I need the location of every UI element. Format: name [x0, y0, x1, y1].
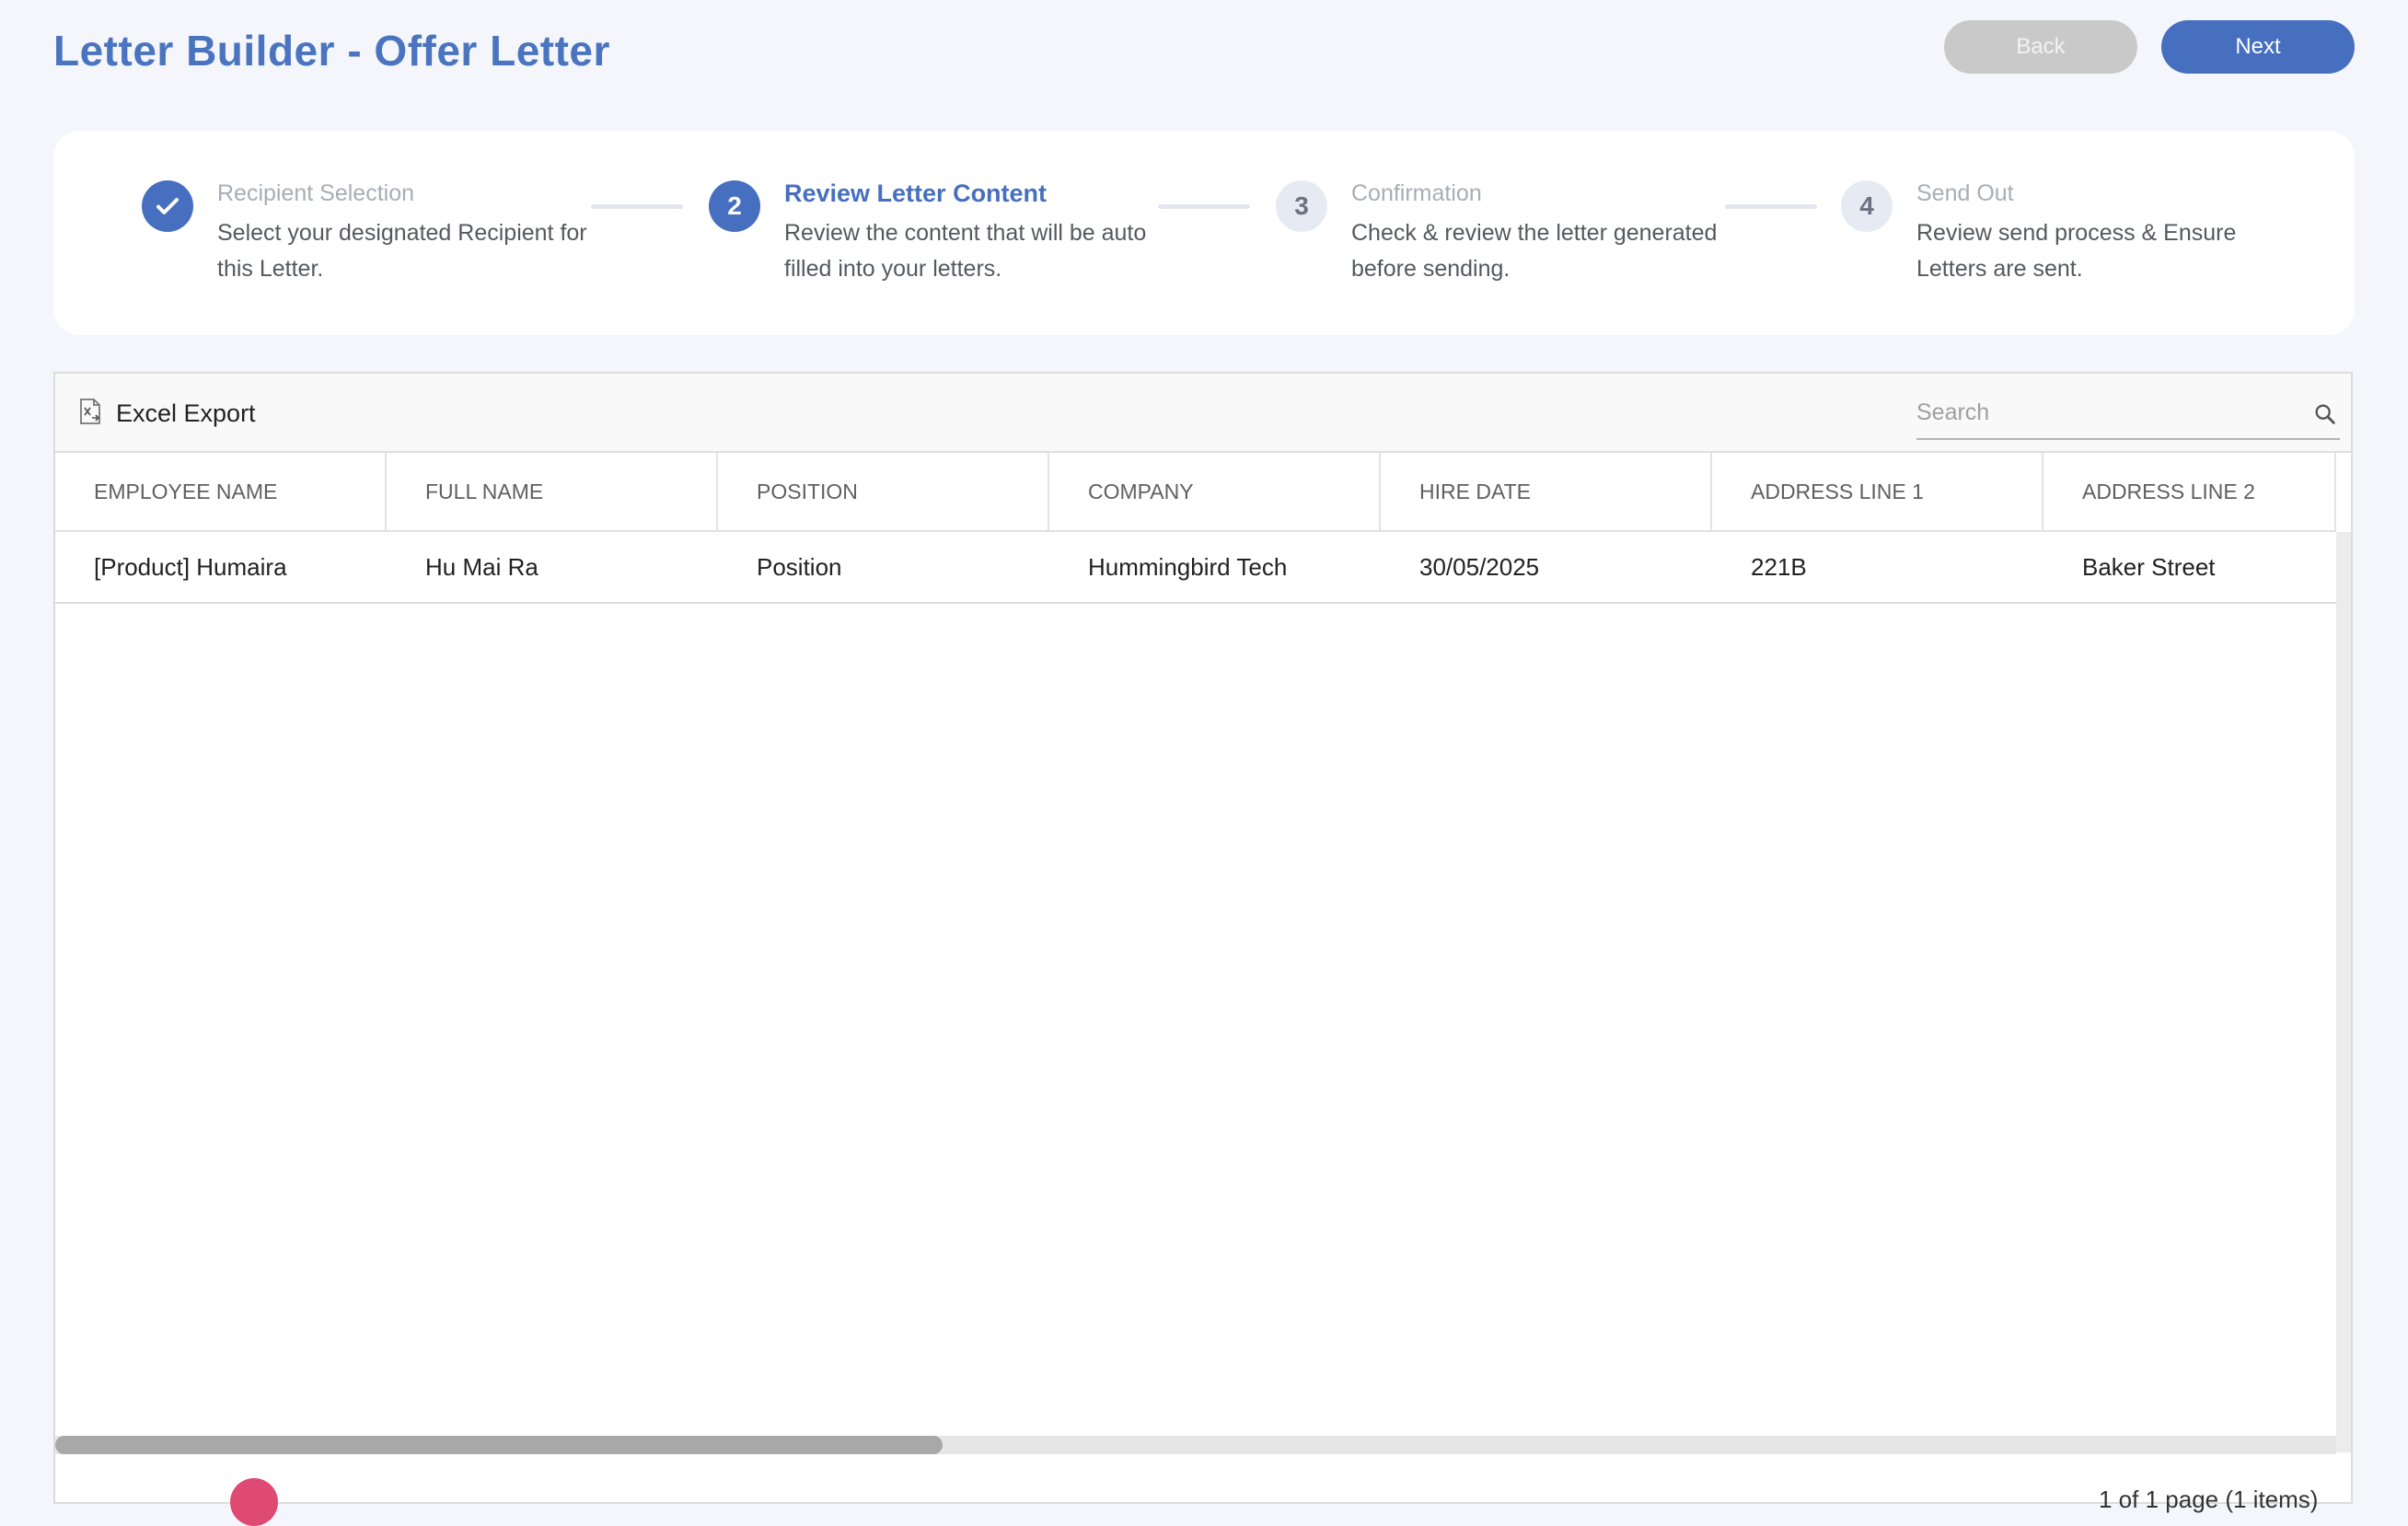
grid-toolbar: Excel Export — [55, 374, 2351, 453]
step-connector — [591, 204, 683, 209]
step-connector — [1725, 204, 1817, 209]
search-box[interactable] — [1916, 392, 2340, 440]
step-number: 4 — [1841, 180, 1893, 232]
column-header-position[interactable]: POSITION — [718, 453, 1049, 530]
step-title: Recipient Selection — [217, 180, 415, 206]
column-header-employee-name[interactable]: EMPLOYEE NAME — [55, 453, 387, 530]
step-number: 2 — [709, 180, 760, 232]
step-description: Review the content that will be auto fil… — [784, 220, 1147, 282]
table-cell: [Product] Humaira — [94, 552, 287, 581]
excel-file-icon — [77, 398, 103, 430]
page-title: Letter Builder - Offer Letter — [53, 27, 610, 75]
column-header-hire-date[interactable]: HIRE DATE — [1381, 453, 1712, 530]
step-description: Select your designated Recipient for thi… — [217, 220, 587, 282]
next-button[interactable]: Next — [2161, 20, 2355, 74]
table-cell: Hummingbird Tech — [1088, 552, 1288, 581]
table-row[interactable]: [Product] Humaira Hu Mai Ra Position Hum… — [55, 532, 2336, 604]
step-title: Send Out — [1916, 180, 2014, 206]
step-title: Confirmation — [1351, 180, 1482, 206]
excel-export-label: Excel Export — [116, 399, 256, 427]
step-description: Check & review the letter generated befo… — [1351, 220, 1718, 282]
step-number: 3 — [1276, 180, 1327, 232]
table-cell: 30/05/2025 — [1419, 552, 1540, 581]
horizontal-scrollbar-thumb[interactable] — [55, 1436, 943, 1454]
vertical-scrollbar[interactable] — [2336, 532, 2351, 1452]
page-indicator[interactable] — [230, 1478, 278, 1526]
table-cell: 221B — [1751, 552, 1807, 581]
table-header-row: EMPLOYEE NAME FULL NAME POSITION COMPANY… — [55, 453, 2336, 532]
step-title: Review Letter Content — [784, 179, 1048, 207]
search-input[interactable] — [1916, 392, 2285, 433]
check-icon — [142, 180, 193, 232]
table-cell: Baker Street — [2082, 552, 2216, 581]
column-header-address-line-1[interactable]: ADDRESS LINE 1 — [1712, 453, 2043, 530]
table-cell: Hu Mai Ra — [425, 552, 538, 581]
stepper: Recipient Selection Select your designat… — [53, 131, 2355, 335]
table-cell: Position — [757, 552, 842, 581]
column-header-full-name[interactable]: FULL NAME — [387, 453, 718, 530]
step-description: Review send process & Ensure Letters are… — [1916, 220, 2237, 282]
data-grid: Excel Export EMPLOYEE NAME FULL NAME POS… — [53, 372, 2353, 1526]
step-connector — [1158, 204, 1250, 209]
column-header-company[interactable]: COMPANY — [1049, 453, 1381, 530]
search-icon[interactable] — [2312, 401, 2338, 432]
excel-export-button[interactable]: Excel Export — [77, 398, 256, 430]
back-button[interactable]: Back — [1944, 20, 2137, 74]
pager-summary: 1 of 1 page (1 items) — [2099, 1486, 2319, 1513]
horizontal-scrollbar[interactable] — [55, 1436, 2336, 1454]
column-header-address-line-2[interactable]: ADDRESS LINE 2 — [2043, 453, 2336, 530]
